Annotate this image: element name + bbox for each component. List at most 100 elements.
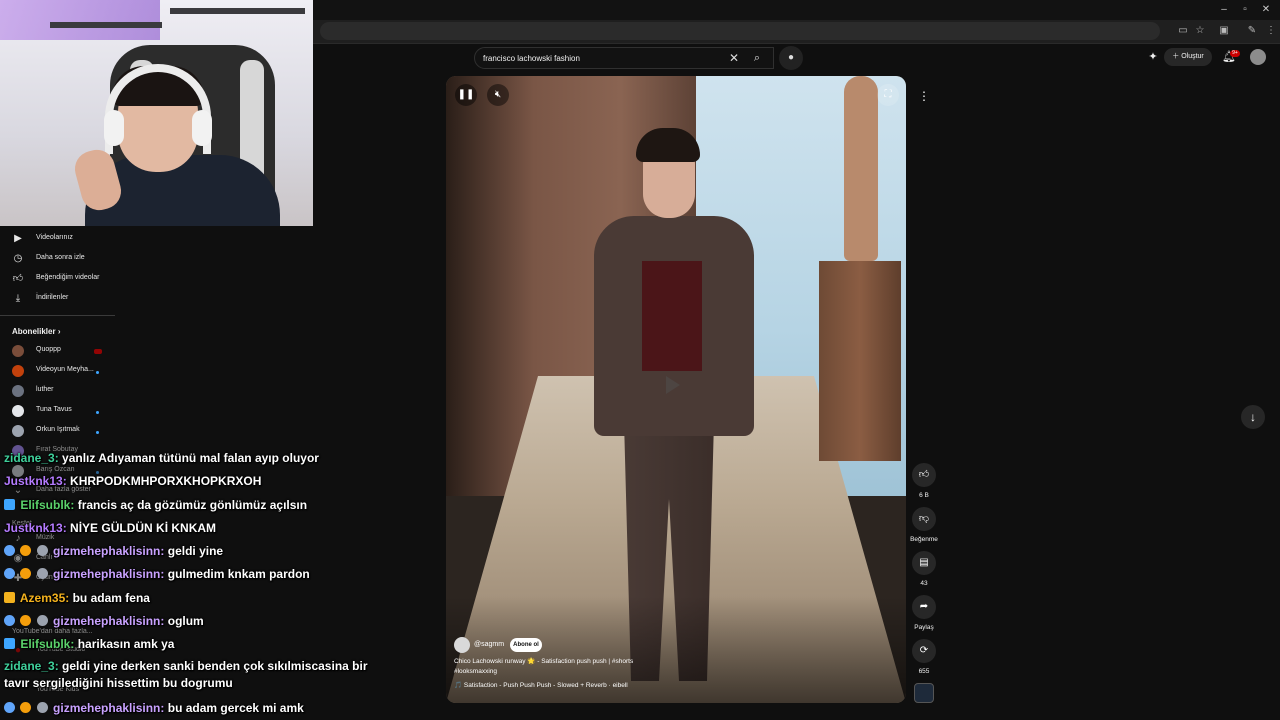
cube-badge-icon xyxy=(4,638,15,650)
chat-message: gizmehephaklisinn: oglum xyxy=(4,611,384,634)
chat-text: yanlız Adıyaman tütünü mal falan ayıp ol… xyxy=(62,451,319,465)
chat-username: Elifsublk: xyxy=(20,497,75,512)
extensions-icon[interactable]: ▣ xyxy=(1217,24,1231,38)
subscriptions-heading[interactable]: Abonelikler › xyxy=(12,327,60,336)
comments-button[interactable]: ▤ 43 xyxy=(909,551,939,587)
shorts-video-player[interactable] xyxy=(446,76,906,703)
channel-avatar xyxy=(12,405,24,417)
profile-extension-icon[interactable]: ✎ xyxy=(1245,24,1259,38)
chat-message: Justknk13: KHRPODKMHPORXKHOPKRXOH xyxy=(4,471,384,494)
thumb-up-icon: 👍︎ xyxy=(12,273,24,284)
chat-message: gizmehephaklisinn: bu adam gercek mi amk xyxy=(4,698,384,720)
video-description[interactable]: Chico Lachowski runway 🌟 - Satisfaction … xyxy=(454,657,674,677)
channel-avatar xyxy=(12,365,24,377)
chat-text: francis aç da gözümüz gönlümüz açılsın xyxy=(77,497,308,512)
remix-button[interactable]: ⟳ 655 xyxy=(909,639,939,675)
chat-username: gizmehephaklisinn: xyxy=(53,567,165,582)
ring-badge-icon xyxy=(36,615,48,627)
thumb-up-icon: 👍︎ xyxy=(912,463,936,487)
restore-icon[interactable]: ▫ xyxy=(1238,3,1252,17)
chat-message: gizmehephaklisinn: gulmedim knkam pardon xyxy=(4,564,384,587)
channel-avatar xyxy=(12,345,24,357)
gemini-icon[interactable]: ✦ xyxy=(1146,50,1160,64)
number-one-badge-icon xyxy=(20,615,32,627)
chat-username: zidane_3: xyxy=(4,451,59,465)
sidebar-item-downloads[interactable]: ⤓ İndirilenler xyxy=(0,290,115,310)
chat-username: Elifsublk: xyxy=(20,637,75,652)
sword-badge-icon xyxy=(4,615,15,627)
figure-shelf xyxy=(50,22,162,28)
download-icon: ⤓ xyxy=(15,293,21,304)
more-options-icon[interactable]: ⋮ xyxy=(913,85,935,107)
cast-icon[interactable]: ▭ xyxy=(1176,24,1190,38)
chat-message: Azem35: bu adam fena xyxy=(4,588,384,611)
sidebar-item-your-videos[interactable]: ▶ Videolarınız xyxy=(0,230,115,250)
stream-chat-overlay: zidane_3: yanlız Adıyaman tütünü mal fal… xyxy=(4,448,384,720)
chat-text: KHRPODKMHPORXKHOPKRXOH xyxy=(70,474,262,489)
minimize-icon[interactable]: – xyxy=(1217,3,1231,17)
chat-username: gizmehephaklisinn: xyxy=(53,544,165,559)
chat-message: zidane_3: geldi yine derken sanki benden… xyxy=(4,658,384,698)
pause-icon[interactable]: ❚❚ xyxy=(455,84,477,106)
channel-name[interactable]: @sagmm xyxy=(474,641,504,648)
search-icon[interactable]: ⌕ xyxy=(745,47,769,69)
rgb-light xyxy=(0,0,160,40)
sound-link[interactable]: 🎵 Satisfaction - Push Push Push - Slowed… xyxy=(454,681,628,689)
chat-text: bu adam fena xyxy=(72,590,150,605)
share-button[interactable]: ➦ Paylaş xyxy=(909,595,939,631)
clock-icon: ◷ xyxy=(13,253,23,264)
fullscreen-icon[interactable]: ⛶ xyxy=(877,84,899,106)
channel-avatar[interactable] xyxy=(454,637,470,653)
clear-search-icon[interactable]: ✕ xyxy=(727,51,741,65)
sidebar-item-label: Orkun Işıtmak xyxy=(36,426,80,433)
sidebar-item-liked-videos[interactable]: 👍︎ Beğendiğim videolar xyxy=(0,270,115,290)
headphone-cup xyxy=(104,110,124,146)
model-vest xyxy=(642,261,702,371)
sidebar-item-label: Videolarınız xyxy=(36,234,73,241)
new-content-dot xyxy=(96,411,99,414)
plus-icon: ＋ xyxy=(1172,53,1180,60)
sidebar-item-label: Quoppp xyxy=(36,346,61,353)
number-one-badge-icon xyxy=(20,568,32,580)
chat-message: Elifsublk: harikasın amk ya xyxy=(4,634,384,657)
subscription-luther[interactable]: luther xyxy=(0,382,115,402)
subscription-videoyun[interactable]: Videoyun Meyha... xyxy=(0,362,115,382)
sidebar-divider xyxy=(0,315,115,316)
chat-username: zidane_3: xyxy=(4,658,59,673)
account-avatar[interactable] xyxy=(1250,49,1266,65)
chat-text: oglum xyxy=(167,614,204,629)
subscription-orkun-isitmak[interactable]: Orkun Işıtmak xyxy=(0,422,115,442)
sound-thumbnail[interactable] xyxy=(914,683,934,703)
subscription-quoppp[interactable]: Quoppp xyxy=(0,342,115,362)
channel-avatar xyxy=(12,425,24,437)
statue-model xyxy=(844,76,878,261)
chevron-right-icon: › xyxy=(57,327,61,336)
mute-icon[interactable]: 🔇︎ xyxy=(487,84,509,106)
browser-menu-icon[interactable]: ⋮ xyxy=(1264,24,1278,38)
next-short-arrow-icon[interactable]: ↓ xyxy=(1241,405,1265,429)
number-one-badge-icon xyxy=(20,545,32,557)
sword-badge-icon xyxy=(4,568,15,580)
comment-icon: ▤ xyxy=(912,551,936,575)
create-button[interactable]: ＋ Oluştur xyxy=(1164,48,1212,66)
subscription-tuna-tavus[interactable]: Tuna Tavus xyxy=(0,402,115,422)
subscriptions-title: Abonelikler xyxy=(12,327,56,336)
subscribe-button[interactable]: Abone ol xyxy=(510,638,542,652)
channel-avatar xyxy=(12,385,24,397)
sidebar-item-watch-later[interactable]: ◷ Daha sonra izle xyxy=(0,250,115,270)
search-input[interactable]: francisco lachowski fashion ✕ xyxy=(474,47,774,69)
chat-text: geldi yine derken sanki benden çok sıkıl… xyxy=(4,658,368,690)
microphone-icon[interactable]: ● xyxy=(779,46,803,70)
sidebar-item-label: Tuna Tavus xyxy=(36,406,72,413)
sword-badge-icon xyxy=(4,545,15,557)
chat-text: harikasın amk ya xyxy=(77,637,175,652)
thumb-down-icon: 👎︎ xyxy=(912,507,936,531)
cube-badge-icon xyxy=(4,498,15,510)
dislike-button[interactable]: 👎︎ Beğenme xyxy=(909,507,939,543)
like-button[interactable]: 👍︎ 6 B xyxy=(909,463,939,499)
bookmark-star-icon[interactable]: ☆ xyxy=(1193,24,1207,38)
play-square-icon: ▶ xyxy=(14,233,22,244)
address-bar[interactable] xyxy=(320,22,1160,40)
sidebar-item-label: luther xyxy=(36,386,54,393)
close-icon[interactable]: ✕ xyxy=(1259,3,1273,17)
